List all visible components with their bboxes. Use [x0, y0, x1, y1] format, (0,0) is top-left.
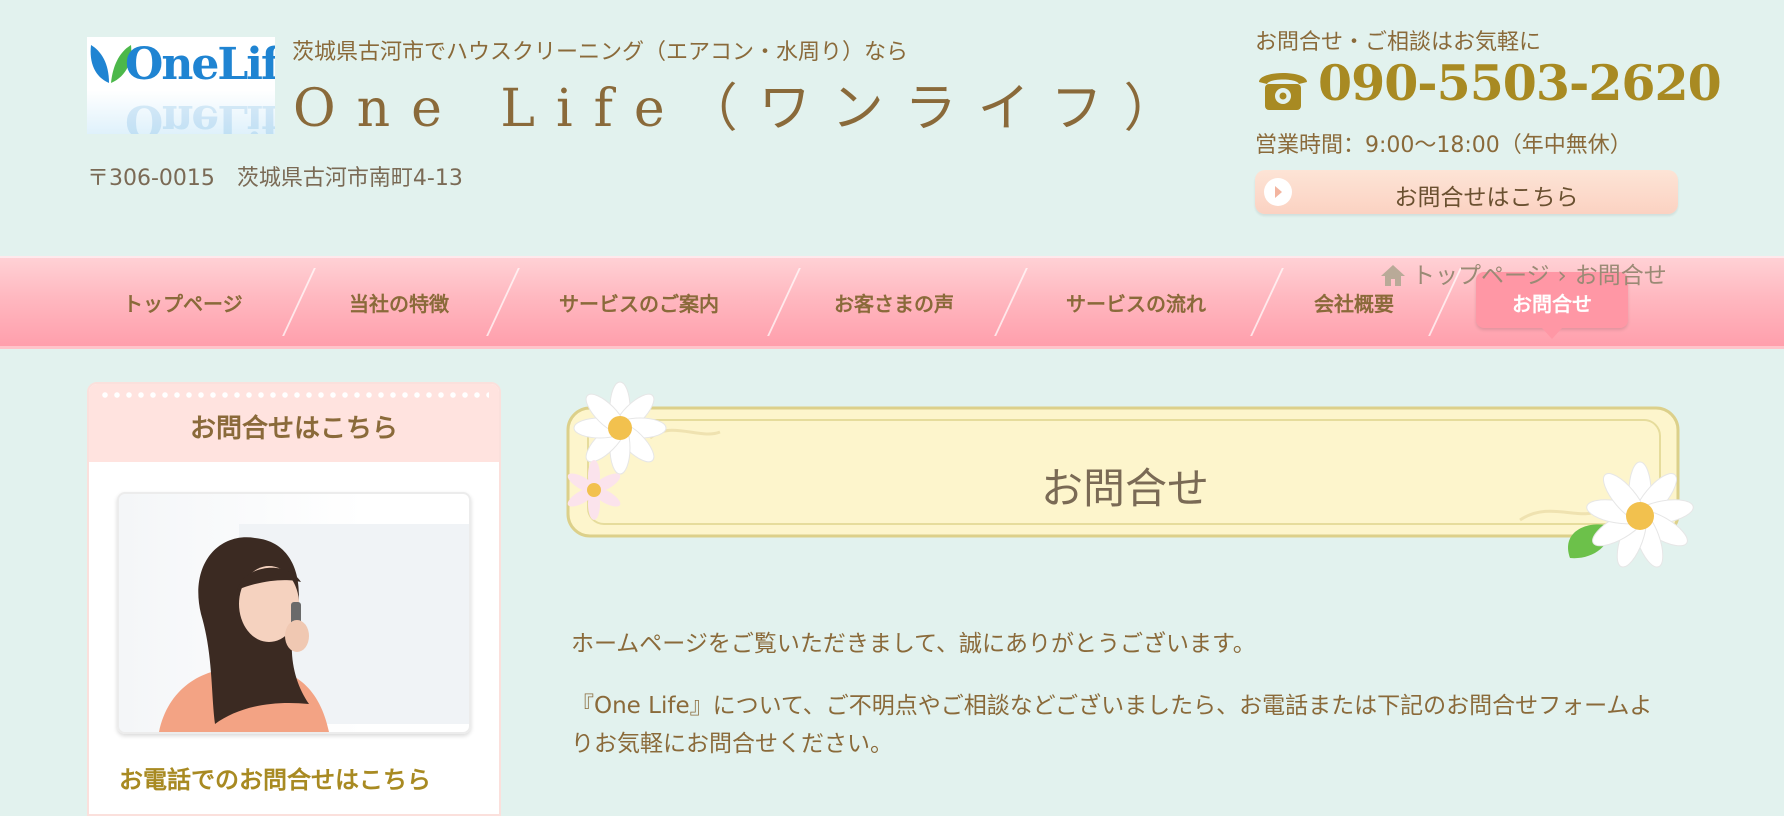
intro-paragraph-2: 『One Life』について、ご不明点やご相談などございましたら、お電話または下…: [571, 693, 1653, 757]
site-tagline: 茨城県古河市でハウスクリーニング（エアコン・水周り）なら: [292, 40, 909, 65]
home-icon: [1381, 265, 1405, 286]
nav-item-flow[interactable]: サービスの流れ: [1066, 288, 1206, 317]
breadcrumb-separator: ›: [1557, 263, 1567, 289]
site-logo[interactable]: OneLife OneLife: [87, 37, 275, 134]
logo-reflection: OneLife: [125, 95, 275, 134]
breadcrumb-current: お問合せ: [1574, 263, 1667, 289]
nav-item-features[interactable]: 当社の特徴: [349, 288, 449, 317]
nav-divider: [1250, 268, 1284, 336]
sidebar-dots-decoration: [99, 392, 489, 398]
nav-item-top[interactable]: トップページ: [123, 288, 243, 317]
nav-item-contact-label: お問合せ: [1512, 292, 1592, 316]
business-hours: 営業時間：9:00～18:00（年中無休）: [1255, 133, 1632, 158]
nav-divider: [994, 268, 1028, 336]
contact-button[interactable]: お問合せはこちら: [1255, 170, 1678, 214]
logo-text: OneLife: [125, 39, 275, 90]
site-name[interactable]: One Life（ワンライフ）: [293, 66, 1197, 141]
intro-paragraph-1: ホームページをご覧いただきまして、誠にありがとうございます。: [571, 631, 1256, 657]
nav-divider: [486, 268, 520, 336]
breadcrumb-home[interactable]: トップページ: [1412, 263, 1550, 289]
sidebar: お問合せはこちら お電話でのお問合せはこちら: [87, 382, 501, 816]
sidebar-phone-subtitle: お電話でのお問合せはこちら: [119, 766, 431, 794]
nav-item-services[interactable]: サービスのご案内: [559, 288, 719, 317]
contact-photo: [117, 492, 471, 734]
sidebar-title: お問合せはこちら: [189, 414, 398, 444]
nav-divider: [767, 268, 801, 336]
woman-on-phone-image: [159, 524, 469, 732]
phone-number[interactable]: 090-5503-2620: [1318, 54, 1722, 112]
contact-lead: お問合せ・ご相談はお気軽に: [1255, 30, 1542, 55]
telephone-icon: [1259, 73, 1307, 110]
nav-divider: [282, 268, 316, 336]
page-title: お問合せ: [1040, 464, 1209, 513]
contact-button-label: お問合せはこちら: [1394, 185, 1579, 211]
company-address: 〒306-0015 茨城県古河市南町4-13: [87, 166, 463, 191]
sidebar-header: お問合せはこちら: [89, 384, 499, 462]
nav-item-voices[interactable]: お客さまの声: [834, 288, 954, 317]
breadcrumb: トップページ › お問合せ: [1380, 256, 1667, 290]
nav-item-company[interactable]: 会社概要: [1314, 288, 1394, 317]
